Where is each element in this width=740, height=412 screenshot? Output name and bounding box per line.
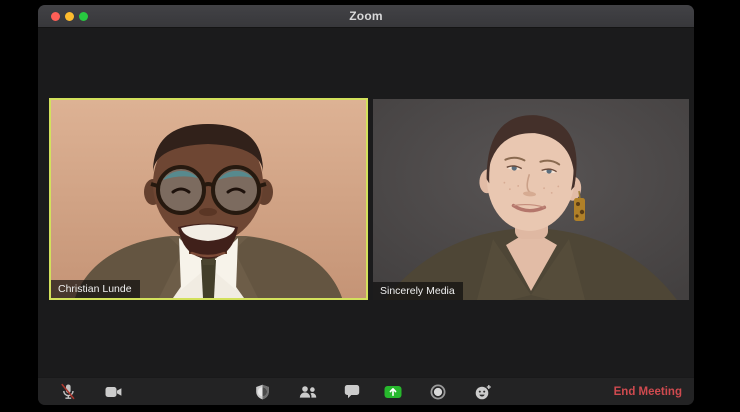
microphone-muted-icon: [61, 383, 75, 400]
maximize-window-button[interactable]: [79, 11, 88, 21]
unmute-button[interactable]: [53, 380, 83, 404]
video-tile-christian-lunde[interactable]: Christian Lunde: [49, 98, 368, 300]
chat-button[interactable]: [337, 380, 367, 404]
security-button[interactable]: [247, 380, 277, 404]
video-tile-sincerely-media[interactable]: Sincerely Media: [373, 99, 689, 300]
record-icon: [430, 384, 446, 399]
end-meeting-button[interactable]: End Meeting: [608, 382, 688, 402]
participants-button[interactable]: [293, 380, 323, 404]
record-button[interactable]: [423, 380, 453, 404]
zoom-app-window: Zoom Christian Lunde Sincerely Media End…: [38, 5, 694, 405]
minimize-window-button[interactable]: [65, 11, 74, 21]
video-feed-woman-smiling: [373, 99, 689, 300]
participant-name-badge: Christian Lunde: [51, 279, 140, 298]
traffic-lights: [51, 5, 88, 27]
share-screen-icon: [384, 385, 402, 398]
reactions-button[interactable]: [468, 380, 498, 404]
participant-name-badge: Sincerely Media: [373, 281, 463, 300]
video-camera-icon: [105, 386, 121, 397]
share-screen-button[interactable]: [378, 380, 408, 404]
chat-icon: [344, 385, 360, 399]
stop-video-button[interactable]: [98, 380, 128, 404]
close-window-button[interactable]: [51, 11, 60, 21]
window-title: Zoom: [349, 9, 383, 23]
reactions-icon: [475, 384, 491, 399]
meeting-toolbar: End Meeting: [38, 377, 694, 405]
security-shield-icon: [255, 384, 269, 399]
title-bar[interactable]: Zoom: [38, 5, 694, 28]
participants-icon: [299, 385, 317, 398]
video-feed-man-laughing: [51, 100, 366, 298]
